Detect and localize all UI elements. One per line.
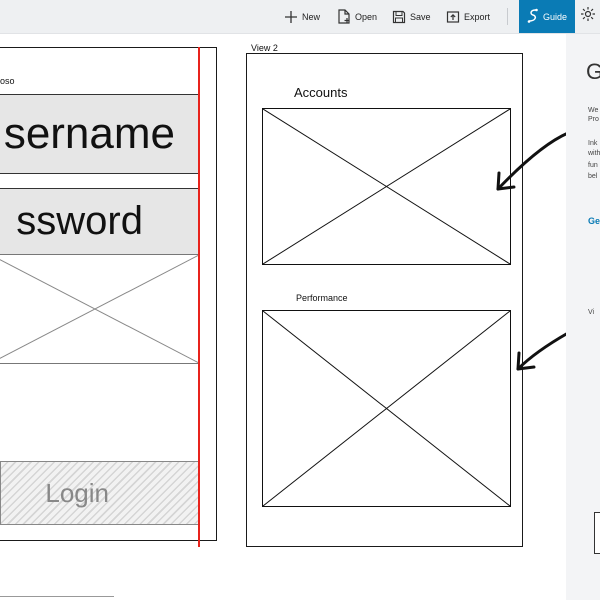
guide-text-line-3: Ink [588,140,598,147]
username-text: sername [3,109,175,158]
new-button[interactable]: New [284,0,320,33]
login-button[interactable]: Login [0,461,200,525]
accounts-placeholder[interactable] [262,108,511,265]
design-canvas[interactable]: oso sername ssword Login View 2 Accounts… [0,33,570,600]
accounts-label: Accounts [294,85,348,100]
guide-text-line-6: bel [588,173,598,180]
export-label: Export [464,11,491,22]
export-icon [446,10,460,24]
red-guide-line [198,47,200,547]
login-label: Login [45,477,109,508]
guide-icon [527,8,539,26]
new-label: New [302,11,321,22]
guide-text-line-5: fun [588,162,598,169]
view1-label: oso [0,76,15,86]
guide-label: Guide [542,11,568,22]
password-field[interactable]: ssword [0,188,200,255]
username-field[interactable]: sername [0,94,200,174]
guide-text-line-1: We [588,107,599,114]
plus-icon [284,10,298,24]
performance-placeholder[interactable] [262,310,511,507]
toolbar-separator [507,8,508,25]
performance-label: Performance [296,293,348,303]
guide-button[interactable]: Guide [519,0,575,33]
ink-arrow-1 [496,131,570,191]
view2-label: View 2 [251,43,278,53]
open-label: Open [355,11,378,22]
save-button[interactable]: Save [392,0,431,33]
guide-view-label: Vi [588,309,595,316]
save-disk-icon [392,10,406,24]
guide-panel: G We Pro Ink with fun bel Ge Vi [566,34,600,600]
toolbar: New Open Save Export Guide [0,0,600,34]
open-button[interactable]: Open [337,0,377,33]
guide-panel-title: G [586,59,600,84]
guide-thumbnail[interactable] [594,512,600,554]
image-placeholder[interactable] [0,254,200,364]
save-label: Save [410,11,431,22]
new-file-icon [337,9,351,24]
guide-text-line-4: with [588,150,600,157]
export-button[interactable]: Export [446,0,490,33]
settings-button[interactable] [580,0,600,33]
password-text: ssword [16,199,143,243]
bottom-divider [0,596,114,597]
guide-link[interactable]: Ge [588,216,600,226]
gear-icon [580,6,596,27]
ink-arrow-2 [516,331,570,371]
guide-text-line-2: Pro [588,116,599,123]
